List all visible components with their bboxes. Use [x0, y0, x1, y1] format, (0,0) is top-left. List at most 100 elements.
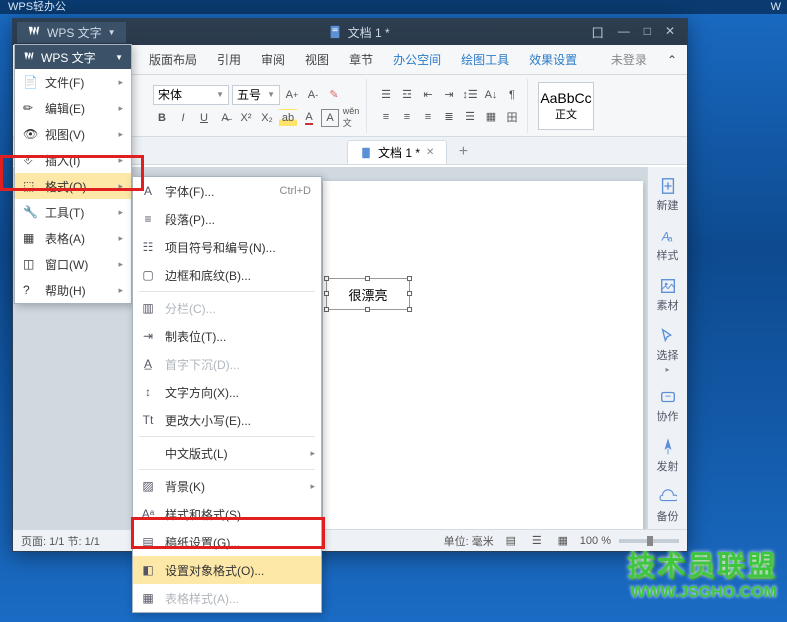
- indent-dec-icon[interactable]: ⇤: [419, 86, 437, 104]
- menu-item-7[interactable]: ◫窗口(W)▸: [15, 251, 131, 277]
- underline-icon[interactable]: U: [195, 109, 213, 127]
- decrease-font-icon[interactable]: A-: [304, 86, 322, 104]
- submenu-item-17: ▦表格样式(A)...: [133, 584, 321, 612]
- submenu-item-9[interactable]: Tt更改大小写(E)...: [133, 406, 321, 434]
- doc-icon: [328, 25, 342, 39]
- status-zoom[interactable]: 100 %: [580, 535, 611, 547]
- close-icon[interactable]: ✕: [665, 24, 675, 41]
- menu-item-0[interactable]: 📄文件(F)▸: [15, 69, 131, 95]
- brand-label: WPS 文字: [47, 24, 102, 41]
- font-size-select[interactable]: 五号▼: [232, 85, 280, 105]
- paper-icon: ▤: [141, 535, 155, 549]
- hide-ribbon-icon[interactable]: ⌃: [657, 45, 687, 74]
- menu-item-8[interactable]: ?帮助(H)▸: [15, 277, 131, 303]
- menu-review[interactable]: 审阅: [251, 45, 295, 74]
- doc-icon: [360, 147, 372, 159]
- menu-icon: 🔧: [23, 205, 37, 219]
- submenu-item-3[interactable]: ▢边框和底纹(B)...: [133, 261, 321, 289]
- bullets-icon[interactable]: ☰: [377, 86, 395, 104]
- menu-title[interactable]: WPS 文字 ▼: [15, 45, 131, 69]
- submenu-item-13[interactable]: ▨背景(K)▸: [133, 472, 321, 500]
- phonetic-icon[interactable]: wěn文: [342, 109, 360, 127]
- clear-format-icon[interactable]: ✎: [325, 86, 343, 104]
- align-justify-icon[interactable]: ≣: [440, 108, 458, 126]
- close-tab-icon[interactable]: ✕: [426, 147, 434, 158]
- menu-icon: 📄: [23, 75, 37, 89]
- side-style[interactable]: Aa样式: [657, 227, 679, 263]
- app-menu-button[interactable]: WPS 文字 ▼: [17, 22, 126, 43]
- menu-effect[interactable]: 效果设置: [519, 45, 587, 74]
- menu-icon: ⬚: [23, 179, 37, 193]
- strike-icon[interactable]: A̶: [216, 109, 234, 127]
- zoom-slider[interactable]: [619, 539, 679, 543]
- selected-textbox[interactable]: 很漂亮: [326, 278, 410, 310]
- login-status[interactable]: 未登录: [601, 51, 657, 68]
- menu-office[interactable]: 办公空间: [383, 45, 451, 74]
- increase-font-icon[interactable]: A+: [283, 86, 301, 104]
- highlight-icon[interactable]: ab: [279, 109, 297, 127]
- align-right-icon[interactable]: ≡: [419, 108, 437, 126]
- submenu-item-1[interactable]: ≡段落(P)...: [133, 205, 321, 233]
- view-outline-icon[interactable]: ☰: [528, 532, 546, 550]
- submenu-item-8[interactable]: ↕文字方向(X)...: [133, 378, 321, 406]
- menu-item-4[interactable]: ⬚格式(O)▸: [15, 173, 131, 199]
- wps-logo-icon: [27, 25, 41, 39]
- menu-item-6[interactable]: ▦表格(A)▸: [15, 225, 131, 251]
- submenu-item-14[interactable]: Aᵃ样式和格式(S)...: [133, 500, 321, 528]
- side-select[interactable]: 选择▸: [657, 327, 679, 374]
- menu-item-1[interactable]: ✏编辑(E)▸: [15, 95, 131, 121]
- maximize-icon[interactable]: □: [644, 24, 651, 41]
- submenu-item-2[interactable]: ☷项目符号和编号(N)...: [133, 233, 321, 261]
- side-material[interactable]: 素材: [657, 277, 679, 313]
- menu-item-3[interactable]: ⎀插入(I)▸: [15, 147, 131, 173]
- document-page[interactable]: [323, 181, 643, 529]
- shading-icon[interactable]: ▦: [482, 108, 500, 126]
- side-send[interactable]: 发射: [657, 438, 679, 474]
- char-border-icon[interactable]: A: [321, 109, 339, 127]
- side-backup[interactable]: 备份: [657, 488, 679, 524]
- italic-icon[interactable]: I: [174, 109, 192, 127]
- subscript-icon[interactable]: X₂: [258, 109, 276, 127]
- menu-item-2[interactable]: 👁视图(V)▸: [15, 121, 131, 147]
- align-left-icon[interactable]: ≡: [377, 108, 395, 126]
- main-menu: WPS 文字 ▼ 📄文件(F)▸✏编辑(E)▸👁视图(V)▸⎀插入(I)▸⬚格式…: [14, 44, 132, 304]
- minimize-icon[interactable]: —: [618, 24, 630, 41]
- line-spacing-icon[interactable]: ↕☰: [461, 86, 479, 104]
- sort-icon[interactable]: A↓: [482, 86, 500, 104]
- submenu-item-15[interactable]: ▤稿纸设置(G)...: [133, 528, 321, 556]
- align-distribute-icon[interactable]: ☰: [461, 108, 479, 126]
- wps-logo-icon: [23, 51, 35, 63]
- submenu-item-6[interactable]: ⇥制表位(T)...: [133, 322, 321, 350]
- chevron-down-icon: ▼: [108, 28, 116, 37]
- settings-icon[interactable]: 囗: [592, 24, 604, 41]
- side-new[interactable]: 新建: [657, 177, 679, 213]
- dir-icon: ↕: [141, 385, 155, 399]
- submenu-item-0[interactable]: A字体(F)...Ctrl+D: [133, 177, 321, 205]
- font-color-icon[interactable]: A: [300, 109, 318, 127]
- numbering-icon[interactable]: ☲: [398, 86, 416, 104]
- Tt-icon: Tt: [141, 413, 155, 427]
- submenu-item-16[interactable]: ◧设置对象格式(O)...: [133, 556, 321, 584]
- menu-draw[interactable]: 绘图工具: [451, 45, 519, 74]
- indent-inc-icon[interactable]: ⇥: [440, 86, 458, 104]
- align-center-icon[interactable]: ≡: [398, 108, 416, 126]
- show-marks-icon[interactable]: ¶: [503, 86, 521, 104]
- add-tab-icon[interactable]: +: [451, 140, 475, 164]
- menu-view[interactable]: 视图: [295, 45, 339, 74]
- superscript-icon[interactable]: X²: [237, 109, 255, 127]
- borders-icon[interactable]: 田: [503, 108, 521, 126]
- font-name-select[interactable]: 宋体▼: [153, 85, 229, 105]
- submenu-item-11[interactable]: 中文版式(L)▸: [133, 439, 321, 467]
- view-web-icon[interactable]: ▦: [554, 532, 572, 550]
- bold-icon[interactable]: B: [153, 109, 171, 127]
- menu-chapter[interactable]: 章节: [339, 45, 383, 74]
- menu-reference[interactable]: 引用: [207, 45, 251, 74]
- document-tab[interactable]: 文档 1 * ✕: [347, 140, 447, 164]
- view-page-icon[interactable]: ▤: [502, 532, 520, 550]
- submenu-separator: [139, 436, 315, 437]
- titlebar: WPS 文字 ▼ 文档 1 * 囗 — □ ✕: [13, 19, 687, 45]
- menu-layout[interactable]: 版面布局: [139, 45, 207, 74]
- menu-item-5[interactable]: 🔧工具(T)▸: [15, 199, 131, 225]
- style-gallery-item[interactable]: AaBbCc 正文: [538, 82, 594, 130]
- side-collab[interactable]: 协作: [657, 388, 679, 424]
